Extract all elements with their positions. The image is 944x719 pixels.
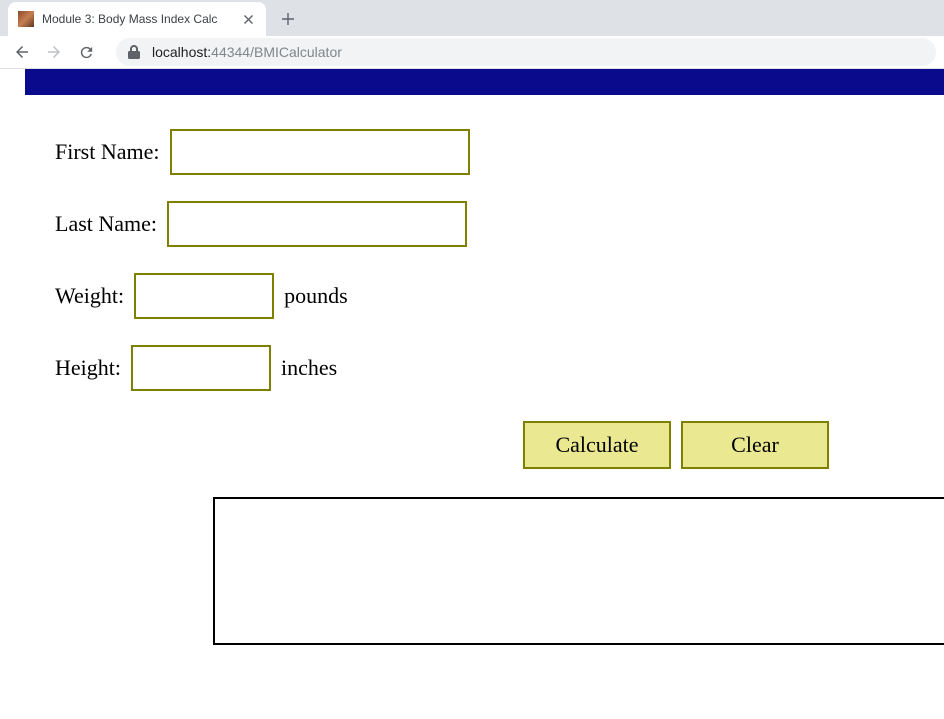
clear-button[interactable]: Clear <box>681 421 829 469</box>
header-bar <box>25 69 944 95</box>
new-tab-button[interactable] <box>274 5 302 33</box>
forward-button[interactable] <box>40 38 68 66</box>
first-name-input[interactable] <box>170 129 470 175</box>
height-input[interactable] <box>131 345 271 391</box>
result-output <box>213 497 944 645</box>
first-name-row: First Name: <box>55 129 944 175</box>
weight-unit: pounds <box>284 283 348 309</box>
height-unit: inches <box>281 355 337 381</box>
height-row: Height: inches <box>55 345 944 391</box>
height-label: Height: <box>55 355 121 381</box>
weight-row: Weight: pounds <box>55 273 944 319</box>
browser-tab[interactable]: Module 3: Body Mass Index Calc <box>8 2 266 36</box>
lock-icon <box>128 45 142 59</box>
tab-bar: Module 3: Body Mass Index Calc <box>0 0 944 36</box>
browser-chrome: Module 3: Body Mass Index Calc localhost… <box>0 0 944 69</box>
back-button[interactable] <box>8 38 36 66</box>
weight-input[interactable] <box>134 273 274 319</box>
bmi-form: First Name: Last Name: Weight: pounds He… <box>55 129 944 645</box>
last-name-label: Last Name: <box>55 211 157 237</box>
tab-title: Module 3: Body Mass Index Calc <box>42 12 240 26</box>
reload-button[interactable] <box>72 38 100 66</box>
favicon-icon <box>18 11 34 27</box>
weight-label: Weight: <box>55 283 124 309</box>
last-name-input[interactable] <box>167 201 467 247</box>
button-row: Calculate Clear <box>523 421 944 469</box>
browser-toolbar: localhost:44344/BMICalculator <box>0 36 944 69</box>
url-host: localhost: <box>152 44 211 60</box>
close-icon[interactable] <box>240 11 256 27</box>
address-bar[interactable]: localhost:44344/BMICalculator <box>116 38 936 66</box>
url-path: 44344/BMICalculator <box>211 44 342 60</box>
last-name-row: Last Name: <box>55 201 944 247</box>
calculate-button[interactable]: Calculate <box>523 421 671 469</box>
first-name-label: First Name: <box>55 139 160 165</box>
page-viewport: First Name: Last Name: Weight: pounds He… <box>0 69 944 719</box>
